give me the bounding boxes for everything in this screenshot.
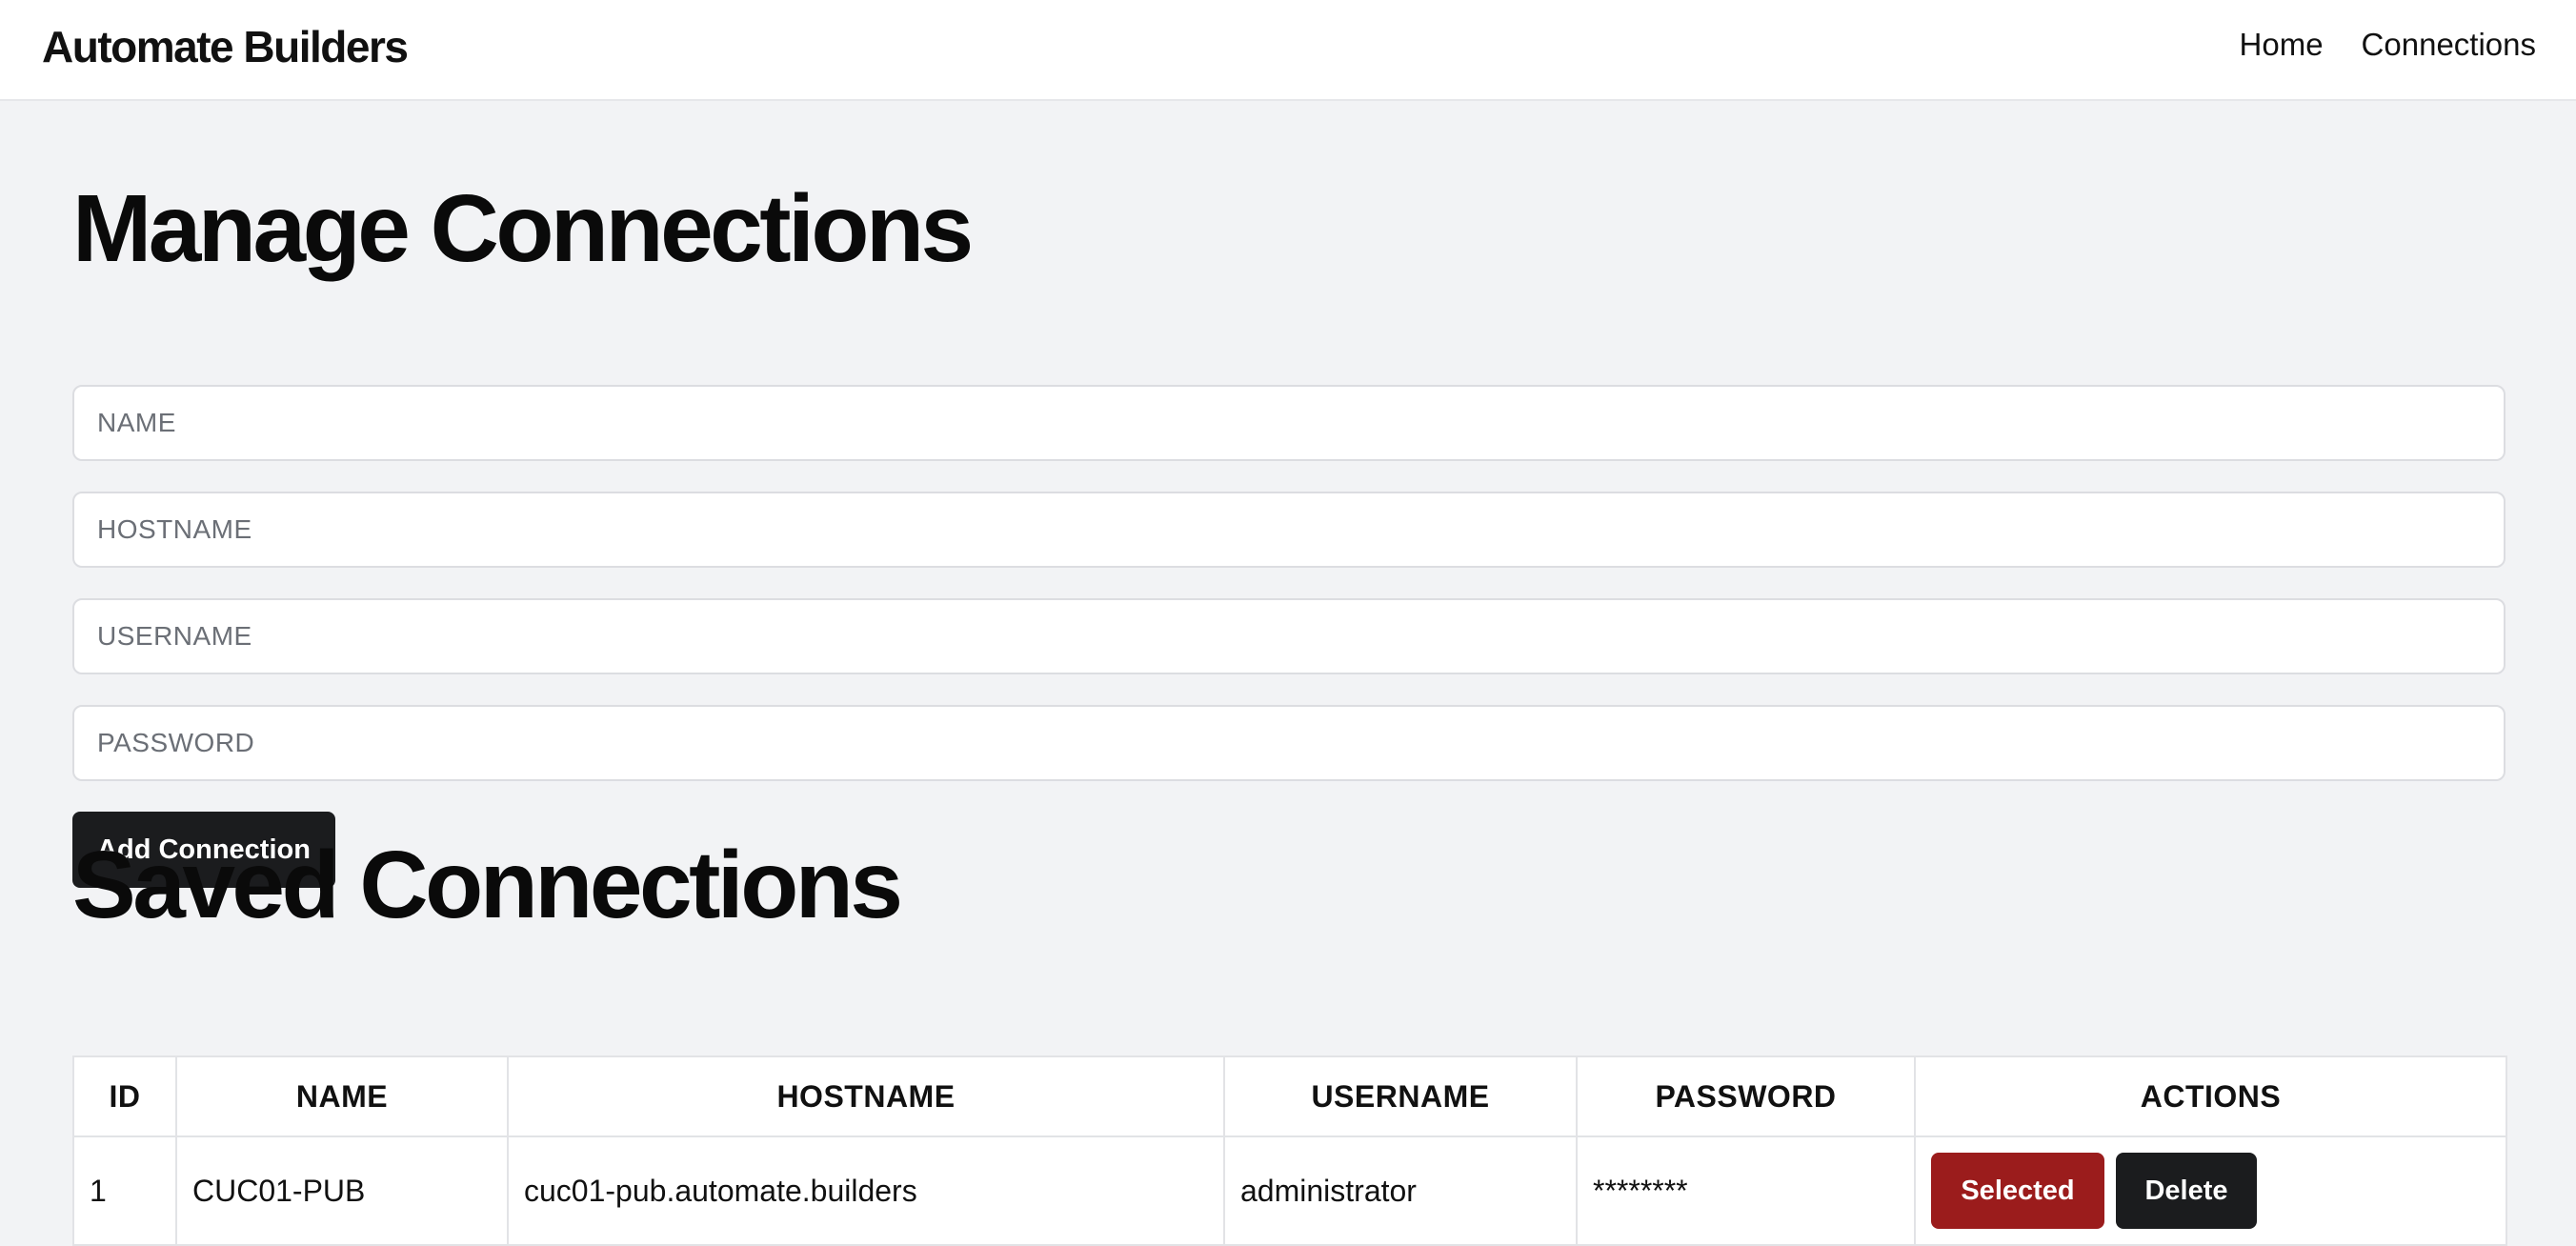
hostname-input[interactable] <box>72 492 2506 568</box>
cell-id: 1 <box>72 1135 177 1246</box>
nav-links: Home Connections <box>2240 27 2536 63</box>
delete-button[interactable]: Delete <box>2116 1153 2257 1229</box>
column-header-id: ID <box>72 1055 177 1137</box>
username-input[interactable] <box>72 598 2506 674</box>
nav-link-home[interactable]: Home <box>2240 27 2324 63</box>
brand-logo-text[interactable]: Automate Builders <box>42 21 409 72</box>
nav-link-connections[interactable]: Connections <box>2362 27 2536 63</box>
cell-username: administrator <box>1223 1135 1578 1246</box>
column-header-username: USERNAME <box>1223 1055 1578 1137</box>
top-navbar: Automate Builders Home Connections <box>0 0 2576 101</box>
saved-connections-title: Saved Connections <box>72 832 903 938</box>
table-header-row: ID NAME HOSTNAME USERNAME PASSWORD ACTIO… <box>72 1055 2507 1137</box>
column-header-actions: ACTIONS <box>1914 1055 2507 1137</box>
column-header-hostname: HOSTNAME <box>507 1055 1225 1137</box>
column-header-name: NAME <box>175 1055 509 1137</box>
connections-table-wrapper: ID NAME HOSTNAME USERNAME PASSWORD ACTIO… <box>72 1055 2507 1246</box>
page-title: Manage Connections <box>72 175 974 282</box>
password-input[interactable] <box>72 705 2506 781</box>
cell-hostname: cuc01-pub.automate.builders <box>507 1135 1225 1246</box>
cell-password: ******** <box>1576 1135 1916 1246</box>
connections-table: ID NAME HOSTNAME USERNAME PASSWORD ACTIO… <box>72 1055 2507 1246</box>
cell-actions: Selected Delete <box>1914 1135 2507 1246</box>
table-row: 1 CUC01-PUB cuc01-pub.automate.builders … <box>72 1135 2507 1246</box>
name-input[interactable] <box>72 385 2506 461</box>
cell-name: CUC01-PUB <box>175 1135 509 1246</box>
selected-button[interactable]: Selected <box>1931 1153 2104 1229</box>
column-header-password: PASSWORD <box>1576 1055 1916 1137</box>
